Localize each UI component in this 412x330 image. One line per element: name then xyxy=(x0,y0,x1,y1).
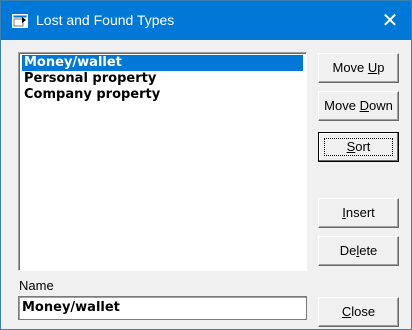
button-label-part: nsert xyxy=(345,205,375,220)
button-accelerator: S xyxy=(346,139,356,154)
move-up-button[interactable]: Move Up xyxy=(318,53,399,83)
button-label-part: Move xyxy=(324,98,360,113)
name-field[interactable]: Money/wallet xyxy=(18,296,307,320)
list-item[interactable]: Money/wallet xyxy=(22,55,303,71)
insert-button[interactable]: Insert xyxy=(318,198,399,228)
close-button[interactable]: Close xyxy=(318,297,399,327)
button-label-part: ort xyxy=(355,139,371,154)
list-item[interactable]: Personal property xyxy=(22,71,303,87)
sort-button[interactable]: Sort xyxy=(318,132,399,162)
close-icon[interactable]: ✕ xyxy=(369,1,411,40)
button-label: Sort xyxy=(347,139,371,154)
button-label: Move Up xyxy=(332,60,384,75)
button-label-part: p xyxy=(377,60,385,75)
button-label-part: ete xyxy=(359,243,378,258)
app-window-icon xyxy=(12,14,28,28)
button-label-part: own xyxy=(368,98,393,113)
button-label: Insert xyxy=(342,205,375,220)
button-accelerator: C xyxy=(341,304,352,319)
move-down-button[interactable]: Move Down xyxy=(318,91,399,121)
button-label: Delete xyxy=(340,243,378,258)
button-label-part: Move xyxy=(332,60,368,75)
button-label-part: lose xyxy=(351,304,376,319)
name-label: Name xyxy=(19,278,54,293)
list-item[interactable]: Company property xyxy=(22,87,303,103)
delete-button[interactable]: Delete xyxy=(318,236,399,266)
button-accelerator: D xyxy=(359,98,369,113)
button-label-part: De xyxy=(339,243,357,258)
types-listbox[interactable]: Money/wallet Personal property Company p… xyxy=(18,52,307,271)
button-label: Move Down xyxy=(324,98,393,113)
button-accelerator: U xyxy=(367,60,378,75)
button-label: Close xyxy=(342,304,375,319)
window-title: Lost and Found Types xyxy=(36,12,175,28)
lost-and-found-types-dialog: Lost and Found Types ✕ Money/wallet Pers… xyxy=(0,0,412,330)
title-bar[interactable]: Lost and Found Types ✕ xyxy=(1,1,411,40)
